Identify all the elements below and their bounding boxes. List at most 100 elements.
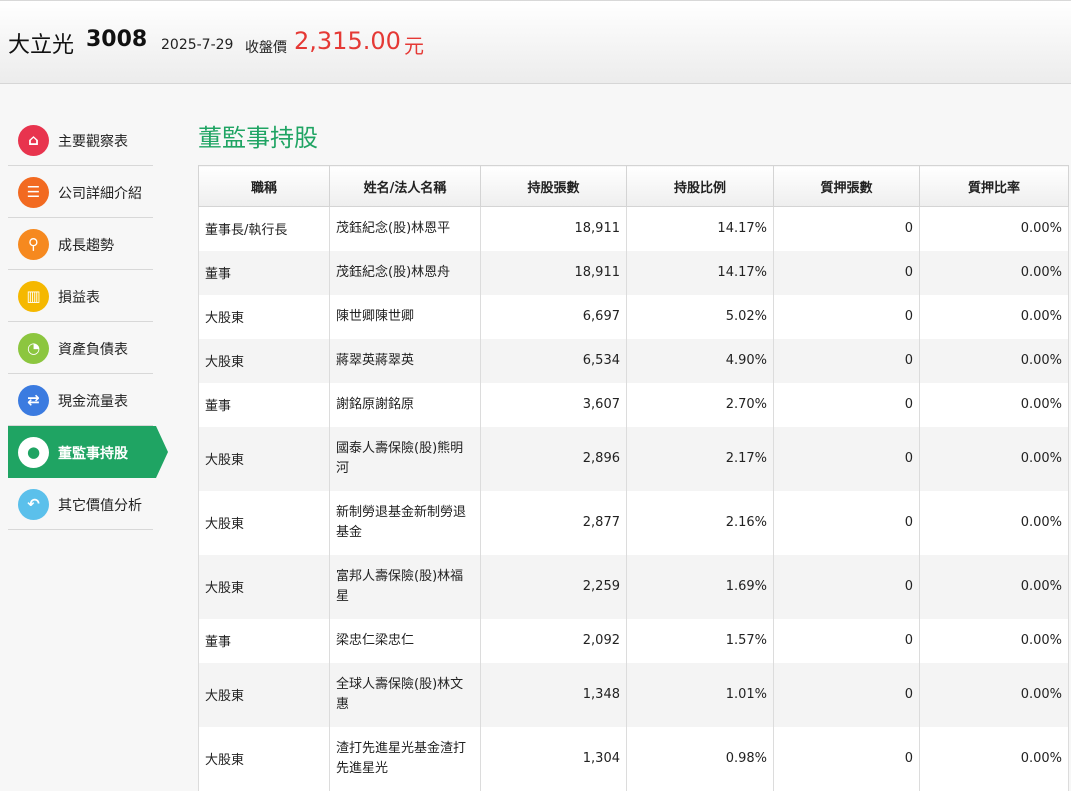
table-cell: 1.57% [626,618,774,663]
table-cell: 蔣翠英蔣翠英 [329,338,481,383]
table-cell: 0.00% [919,554,1069,619]
shareholding-table-container: 職稱 姓名/法人名稱 持股張數 持股比例 質押張數 質押比率 董事長/執行長 茂鈺紀念(股)… [198,165,1069,791]
price-unit: 元 [404,34,424,58]
table-row: 大股東 新制勞退基金新制勞退基金 2,877 2.16% 0 0.00% [198,490,1069,555]
table-cell: 0.00% [919,426,1069,491]
column-header: 姓名/法人名稱 [329,165,481,207]
table-cell: 董事長/執行長 [198,206,330,251]
table-cell: 14.17% [626,250,774,295]
bar-chart-icon: ▥ [18,281,49,312]
table-row: 大股東 蔣翠英蔣翠英 6,534 4.90% 0 0.00% [198,338,1069,383]
sidebar-item-3[interactable]: ▥ 損益表 [8,270,153,322]
table-cell: 2.70% [626,382,774,427]
sidebar-item-5[interactable]: ⇄ 現金流量表 [8,374,153,426]
table-cell: 2,896 [480,426,627,491]
sidebar-nav: ⌂ 主要觀察表 ☰ 公司詳細介紹 ⚲ 成長趨勢 ▥ 損益表 ◔ 資產負債表 ⇄ 現金流量表 ● 董監事持股… [8,114,168,530]
table-cell: 0 [773,382,920,427]
column-header: 質押比率 [919,165,1069,207]
table-cell: 梁忠仁梁忠仁 [329,618,481,663]
table-cell: 0 [773,726,920,791]
sidebar-item-label: 其它價值分析 [58,498,142,514]
table-cell: 18,911 [480,206,627,251]
search-icon: ⚲ [18,229,49,260]
table-cell: 0 [773,490,920,555]
sidebar-item-7[interactable]: ↶ 其它價值分析 [8,478,153,530]
closing-price: 2,315.00 [294,27,401,55]
table-cell: 2.16% [626,490,774,555]
table-cell: 大股東 [198,726,330,791]
table-cell: 董事 [198,250,330,295]
company-name: 大立光 [8,33,75,58]
table-cell: 0 [773,554,920,619]
column-header: 持股張數 [480,165,627,207]
table-cell: 國泰人壽保險(股)熊明河 [329,426,481,491]
table-row: 董事 茂鈺紀念(股)林恩舟 18,911 14.17% 0 0.00% [198,250,1069,295]
stock-header: 大立光 3008 2025-7-29 收盤價 2,315.00 元 [0,0,1071,84]
sidebar-item-label: 主要觀察表 [58,134,128,150]
sidebar-item-6[interactable]: ● 董監事持股 [8,426,168,478]
table-cell: 18,911 [480,250,627,295]
sidebar-item-2[interactable]: ⚲ 成長趨勢 [8,218,153,270]
table-cell: 渣打先進星光基金渣打先進星光 [329,726,481,791]
table-cell: 2,877 [480,490,627,555]
table-cell: 謝銘原謝銘原 [329,382,481,427]
table-cell: 5.02% [626,294,774,339]
table-cell: 大股東 [198,554,330,619]
table-header-row: 職稱 姓名/法人名稱 持股張數 持股比例 質押張數 質押比率 [198,165,1069,207]
table-cell: 0.00% [919,382,1069,427]
table-row: 大股東 渣打先進星光基金渣打先進星光 1,304 0.98% 0 0.00% [198,726,1069,791]
table-cell: 大股東 [198,294,330,339]
table-cell: 大股東 [198,662,330,727]
table-cell: 茂鈺紀念(股)林恩舟 [329,250,481,295]
pie-chart-icon: ◔ [18,333,49,364]
table-cell: 0.00% [919,206,1069,251]
table-cell: 茂鈺紀念(股)林恩平 [329,206,481,251]
table-cell: 1,304 [480,726,627,791]
table-cell: 董事 [198,382,330,427]
table-cell: 0.00% [919,662,1069,727]
sidebar-item-1[interactable]: ☰ 公司詳細介紹 [8,166,153,218]
table-cell: 0 [773,206,920,251]
table-cell: 0 [773,250,920,295]
table-cell: 大股東 [198,338,330,383]
table-cell: 2.17% [626,426,774,491]
sidebar-item-label: 公司詳細介紹 [58,186,142,202]
table-cell: 0 [773,294,920,339]
table-cell: 新制勞退基金新制勞退基金 [329,490,481,555]
table-cell: 0 [773,426,920,491]
table-cell: 6,534 [480,338,627,383]
sidebar-item-label: 董監事持股 [58,446,128,462]
table-cell: 2,092 [480,618,627,663]
table-cell: 0.00% [919,338,1069,383]
sidebar-item-4[interactable]: ◔ 資產負債表 [8,322,153,374]
table-cell: 0.00% [919,490,1069,555]
table-cell: 0.00% [919,726,1069,791]
stock-code: 3008 [86,27,148,52]
table-row: 董事長/執行長 茂鈺紀念(股)林恩平 18,911 14.17% 0 0.00% [198,206,1069,251]
table-cell: 0 [773,338,920,383]
exchange-icon: ⇄ [18,385,49,416]
table-cell: 0 [773,662,920,727]
table-cell: 0.00% [919,618,1069,663]
sidebar-item-0[interactable]: ⌂ 主要觀察表 [8,114,153,166]
table-cell: 0.98% [626,726,774,791]
home-icon: ⌂ [18,125,49,156]
table-cell: 董事 [198,618,330,663]
sidebar-item-label: 資產負債表 [58,342,128,358]
table-cell: 大股東 [198,426,330,491]
table-cell: 2,259 [480,554,627,619]
table-row: 大股東 富邦人壽保險(股)林福星 2,259 1.69% 0 0.00% [198,554,1069,619]
column-header: 職稱 [198,165,330,207]
table-row: 董事 梁忠仁梁忠仁 2,092 1.57% 0 0.00% [198,618,1069,663]
table-cell: 3,607 [480,382,627,427]
table-cell: 陳世卿陳世卿 [329,294,481,339]
table-row: 大股東 全球人壽保險(股)林文惠 1,348 1.01% 0 0.00% [198,662,1069,727]
shareholding-table: 職稱 姓名/法人名稱 持股張數 持股比例 質押張數 質押比率 董事長/執行長 茂鈺紀念(股)… [198,165,1069,791]
table-cell: 4.90% [626,338,774,383]
reply-icon: ↶ [18,489,49,520]
table-cell: 0 [773,618,920,663]
table-row: 大股東 國泰人壽保險(股)熊明河 2,896 2.17% 0 0.00% [198,426,1069,491]
sidebar-item-label: 現金流量表 [58,394,128,410]
table-cell: 全球人壽保險(股)林文惠 [329,662,481,727]
table-cell: 1.69% [626,554,774,619]
